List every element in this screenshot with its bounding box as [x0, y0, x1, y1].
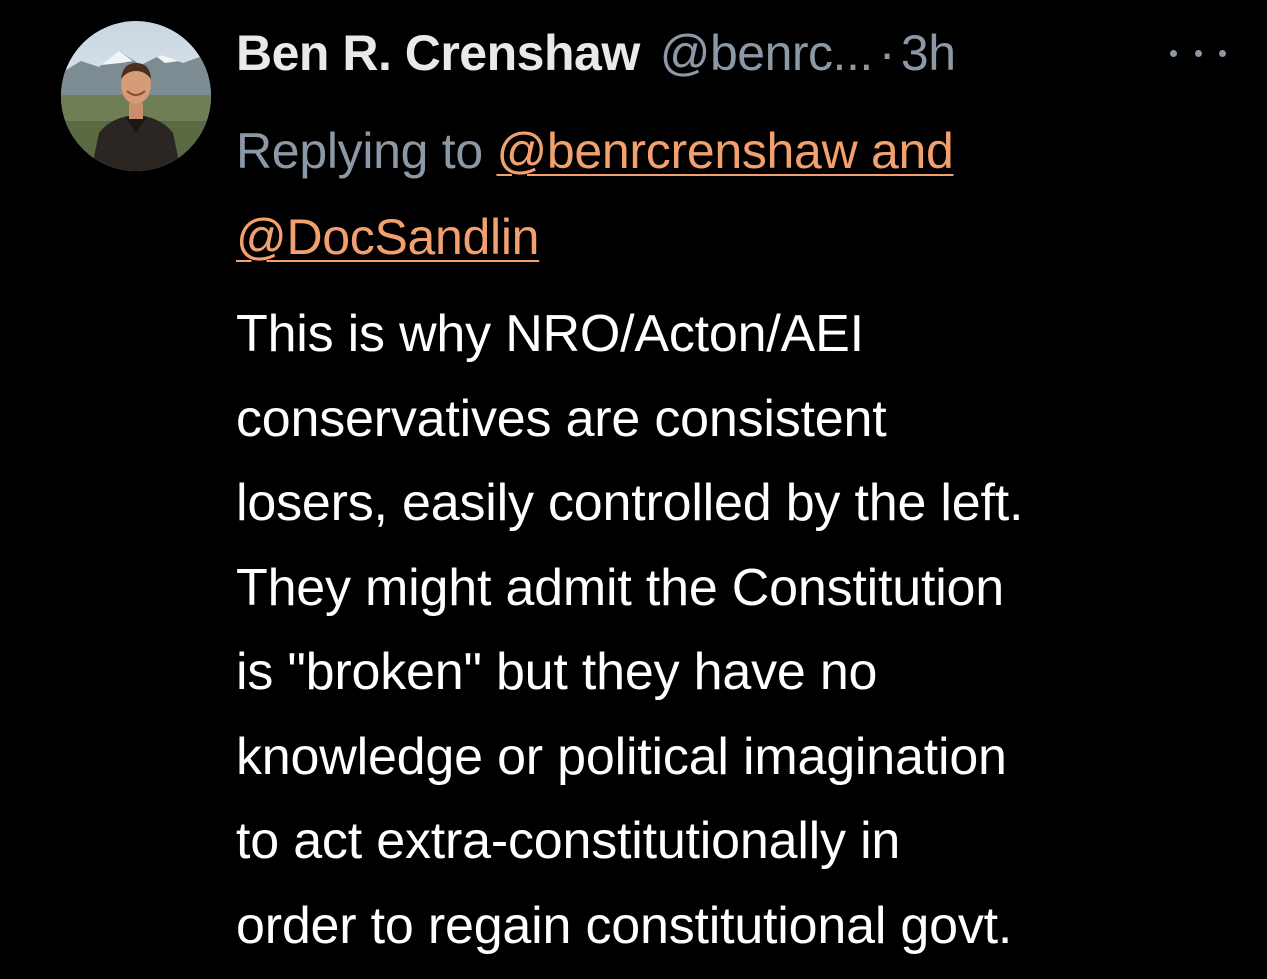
tweet-text-line: losers, easily controlled by the left. [236, 474, 1024, 532]
tweet-text-line: This is why NRO/Acton/AEI [236, 305, 864, 363]
replying-to-label: Replying to [236, 123, 497, 179]
tweet-text-line: knowledge or political imagination [236, 727, 1007, 786]
separator-dot: · [878, 25, 896, 81]
display-name[interactable]: Ben R. Crenshaw [236, 24, 640, 82]
tweet-text-line: is "broken" but they have no [236, 643, 878, 701]
tweet-text-line: conservatives are consistent [236, 389, 887, 448]
timestamp[interactable]: 3h [901, 24, 956, 82]
tweet-text: This is why NRO/Acton/AEI conservatives … [236, 292, 1246, 968]
more-dot [1194, 49, 1202, 57]
mention-link[interactable]: @benrcrenshaw and [496, 123, 953, 179]
tweet-text-line: to act extra-constitutionally in [236, 812, 901, 870]
more-dot [1170, 49, 1177, 57]
more-horizontal-icon[interactable] [1170, 38, 1226, 68]
more-dot [1219, 49, 1226, 57]
avatar-photo [61, 21, 211, 171]
tweet-text-line: order to regain constitutional govt. [236, 896, 1013, 955]
user-handle[interactable]: @benrc... [660, 24, 874, 82]
tweet-header: Ben R. Crenshaw @benrc... · 3h [236, 18, 956, 88]
replying-to: Replying to @benrcrenshaw and @DocSandli… [236, 108, 1226, 280]
mention-link[interactable]: @DocSandlin [236, 209, 539, 265]
tweet-text-line: They might admit the Constitution [236, 558, 1004, 617]
tweet: Ben R. Crenshaw @benrc... · 3h Replying … [0, 0, 1267, 979]
avatar[interactable] [61, 21, 211, 171]
